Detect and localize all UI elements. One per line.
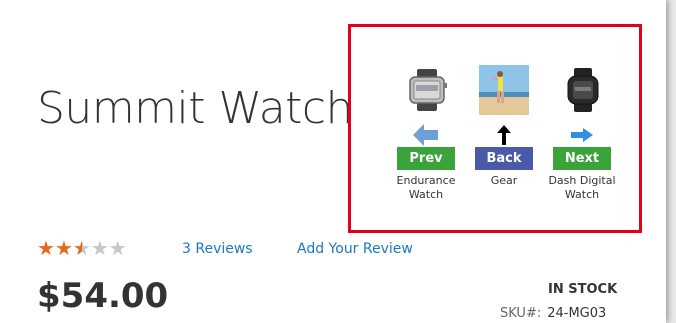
nav-next: Next Dash Digital Watch (537, 27, 627, 230)
up-arrow-icon (497, 123, 511, 147)
nav-prev: Prev Endurance Watch (381, 27, 471, 230)
next-button[interactable]: Next (553, 147, 611, 170)
product-rating: ★ ★ ★ ★ ★ (37, 238, 127, 258)
product-page: Summit Watch Prev Endurance Watch Back G… (0, 0, 666, 323)
left-arrow-icon (413, 123, 439, 147)
nav-back: Back Gear (459, 27, 549, 230)
prev-product-label[interactable]: Endurance Watch (386, 174, 466, 202)
endurance-watch-thumbnail[interactable] (401, 65, 451, 115)
star-icon: ★ (37, 236, 55, 260)
star-icon: ★ (54, 236, 73, 260)
add-review-link[interactable]: Add Your Review (297, 241, 413, 257)
page-title: Summit Watch (37, 83, 354, 135)
sku-label: SKU#: (500, 306, 542, 321)
product-navigation-box: Prev Endurance Watch Back Gear Next Dash… (348, 24, 642, 233)
sku-info: SKU#: 24-MG03 (500, 306, 606, 321)
product-price: $54.00 (37, 276, 169, 316)
star-icon: ★ (108, 236, 127, 260)
back-category-label[interactable]: Gear (464, 174, 544, 188)
star-icon: ★ (72, 236, 91, 260)
next-product-label[interactable]: Dash Digital Watch (542, 174, 622, 202)
sku-value: 24-MG03 (547, 306, 607, 321)
right-arrow-icon (571, 123, 593, 147)
back-button[interactable]: Back (475, 147, 533, 170)
star-icon: ★ (90, 236, 109, 260)
dash-digital-watch-thumbnail[interactable] (557, 65, 607, 115)
stock-status: IN STOCK (548, 282, 618, 297)
gear-thumbnail[interactable] (479, 65, 529, 115)
reviews-link[interactable]: 3 Reviews (182, 241, 253, 257)
prev-button[interactable]: Prev (397, 147, 455, 170)
